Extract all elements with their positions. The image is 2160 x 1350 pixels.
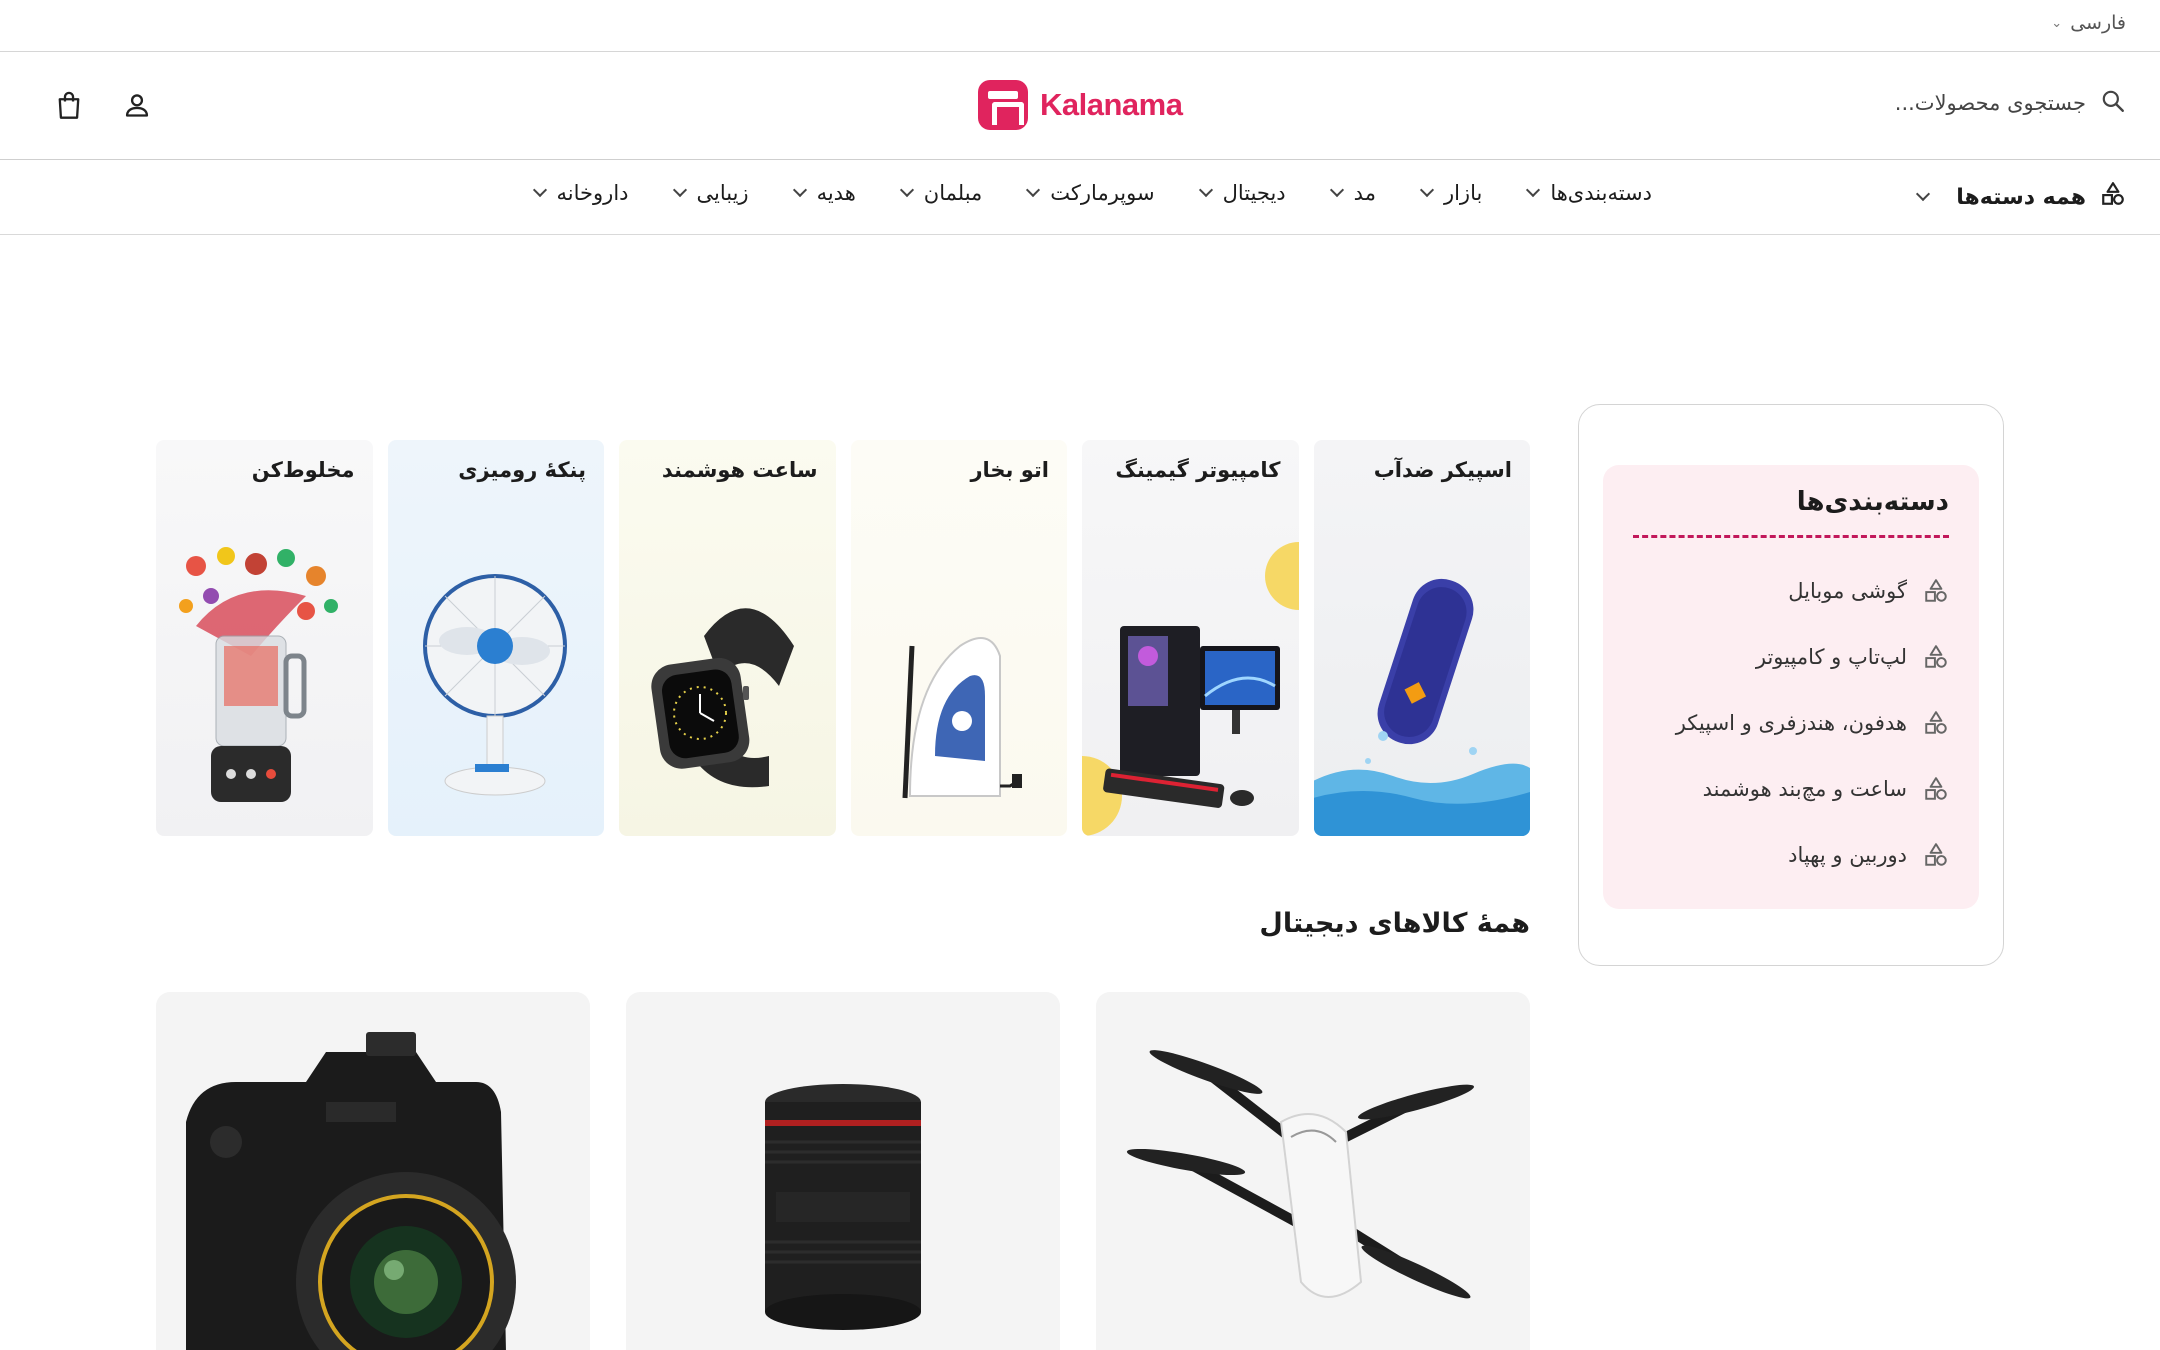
shopping-bag-icon xyxy=(58,91,80,119)
category-item-audio[interactable]: هدفون، هندزفری و اسپیکر xyxy=(1633,690,1949,756)
category-label: دوربین و پهپاد xyxy=(1788,843,1907,867)
categories-title: دسته‌بندی‌ها xyxy=(1633,487,1949,538)
blender-image xyxy=(178,547,338,802)
speaker-image xyxy=(1313,578,1530,836)
nav-list: دسته‌بندی‌ها بازار مد دیجیتال سوپرمارکت … xyxy=(532,181,1652,205)
chevron-down-icon xyxy=(672,182,687,198)
main-nav: همه دسته‌ها دسته‌بندی‌ها بازار مد دیجیتا… xyxy=(0,161,2160,235)
category-item-mobile[interactable]: گوشی موبایل xyxy=(1633,558,1949,624)
chevron-down-icon: ⌄ xyxy=(2051,15,2063,31)
nav-item-label: بازار xyxy=(1443,181,1483,205)
search-input[interactable] xyxy=(1826,91,2086,115)
tile-label: ساعت هوشمند xyxy=(661,458,818,482)
tile-desk-fan[interactable]: پنکهٔ رومیزی xyxy=(387,440,604,836)
category-item-laptop[interactable]: لپ‌تاپ و کامپیوتر xyxy=(1633,624,1949,690)
chevron-down-icon xyxy=(1419,182,1435,198)
chevron-down-icon xyxy=(1526,182,1541,198)
language-label: فارسی xyxy=(2070,12,2126,34)
chevron-down-icon xyxy=(1026,182,1041,198)
product-card-camera[interactable] xyxy=(156,992,590,1350)
product-grid xyxy=(156,992,1530,1350)
tile-steam-iron[interactable]: اتو بخار xyxy=(850,440,1067,836)
logo-mark-icon xyxy=(978,80,1028,130)
chevron-down-icon xyxy=(1329,182,1344,198)
category-item-watch[interactable]: ساعت و مچ‌بند هوشمند xyxy=(1633,756,1949,822)
shapes-icon xyxy=(1925,579,1947,602)
shapes-icon xyxy=(1925,645,1947,668)
account-button[interactable] xyxy=(120,88,154,122)
nav-item-beauty[interactable]: زیبایی xyxy=(672,181,749,205)
shapes-icon xyxy=(1925,711,1947,734)
nav-item-label: دیجیتال xyxy=(1222,181,1286,205)
tile-label: کامپیوتر گیمینگ xyxy=(1115,458,1281,482)
shapes-icon xyxy=(1925,777,1947,800)
nav-item-label: داروخانه xyxy=(556,181,629,205)
nav-item-categories[interactable]: دسته‌بندی‌ها xyxy=(1526,181,1652,205)
tile-smart-watch[interactable]: ساعت هوشمند xyxy=(619,440,836,836)
cart-button[interactable] xyxy=(52,88,86,122)
nav-item-label: مد xyxy=(1353,181,1376,205)
logo-text: Kalanama xyxy=(1040,87,1183,122)
nav-item-supermarket[interactable]: سوپرمارکت xyxy=(1026,181,1155,205)
nav-item-pharmacy[interactable]: داروخانه xyxy=(532,181,629,205)
shapes-icon xyxy=(2100,181,2126,213)
desk-fan-image xyxy=(423,574,567,796)
category-tiles: اسپیکر ضدآب کامپیوتر گیمینگ اتو بخار ساع… xyxy=(156,440,1530,836)
nav-item-label: دسته‌بندی‌ها xyxy=(1550,181,1652,205)
product-card-lens[interactable] xyxy=(626,992,1060,1350)
camera-lens-image xyxy=(765,1084,921,1330)
iron-image xyxy=(902,637,1022,799)
tile-waterproof-speaker[interactable]: اسپیکر ضدآب xyxy=(1313,440,1530,836)
nav-item-bazaar[interactable]: بازار xyxy=(1419,181,1483,205)
category-item-camera[interactable]: دوربین و پهپاد xyxy=(1633,822,1949,888)
chevron-down-icon xyxy=(1916,186,1931,202)
nav-item-digital[interactable]: دیجیتال xyxy=(1198,181,1286,205)
language-bar: فارسی ⌄ xyxy=(0,0,2160,52)
tile-gaming-computer[interactable]: کامپیوتر گیمینگ xyxy=(1082,440,1299,836)
nav-item-gift[interactable]: هدیه xyxy=(792,181,856,205)
logo[interactable]: Kalanama xyxy=(978,80,1183,130)
all-categories-label: همه دسته‌ها xyxy=(1956,184,2086,210)
chevron-down-icon xyxy=(532,182,547,198)
site-header: Kalanama xyxy=(0,52,2160,160)
section-title: همهٔ کالاهای دیجیتال xyxy=(1259,908,1530,939)
tile-blender[interactable]: مخلوط‌کن xyxy=(156,440,373,836)
categories-card: دسته‌بندی‌ها گوشی موبایل لپ‌تاپ و کامپیو… xyxy=(1578,404,2004,966)
category-label: گوشی موبایل xyxy=(1788,579,1907,603)
language-selector[interactable]: فارسی ⌄ xyxy=(2051,12,2126,34)
categories-panel: دسته‌بندی‌ها گوشی موبایل لپ‌تاپ و کامپیو… xyxy=(1603,465,1979,909)
categories-list: گوشی موبایل لپ‌تاپ و کامپیوتر هدفون، هند… xyxy=(1633,558,1949,888)
nav-item-label: هدیه xyxy=(816,181,856,205)
chevron-down-icon xyxy=(1198,182,1213,198)
nav-item-label: زیبایی xyxy=(696,181,749,205)
tile-label: اتو بخار xyxy=(970,458,1049,482)
search-icon[interactable] xyxy=(2100,88,2126,118)
drone-image xyxy=(1126,1050,1474,1299)
shapes-icon xyxy=(1925,843,1947,866)
category-label: هدفون، هندزفری و اسپیکر xyxy=(1675,711,1907,735)
category-label: ساعت و مچ‌بند هوشمند xyxy=(1702,777,1907,801)
product-card-drone[interactable] xyxy=(1096,992,1530,1350)
chevron-down-icon xyxy=(899,182,914,198)
dslr-camera-image xyxy=(186,1032,516,1350)
category-label: لپ‌تاپ و کامپیوتر xyxy=(1755,645,1907,669)
smart-watch-image xyxy=(650,608,794,788)
nav-item-fashion[interactable]: مد xyxy=(1329,181,1376,205)
tile-label: مخلوط‌کن xyxy=(251,458,355,482)
tile-label: اسپیکر ضدآب xyxy=(1373,458,1512,482)
nav-item-furniture[interactable]: مبلمان xyxy=(899,181,983,205)
user-icon xyxy=(125,94,149,117)
chevron-down-icon xyxy=(792,182,807,198)
header-actions xyxy=(52,88,154,122)
all-categories-menu[interactable]: همه دسته‌ها xyxy=(1916,181,2126,213)
nav-item-label: سوپرمارکت xyxy=(1050,181,1155,205)
tile-label: پنکهٔ رومیزی xyxy=(458,458,586,482)
gaming-pc-image xyxy=(1082,542,1299,836)
search-bar[interactable] xyxy=(1826,88,2126,118)
nav-item-label: مبلمان xyxy=(923,181,983,205)
